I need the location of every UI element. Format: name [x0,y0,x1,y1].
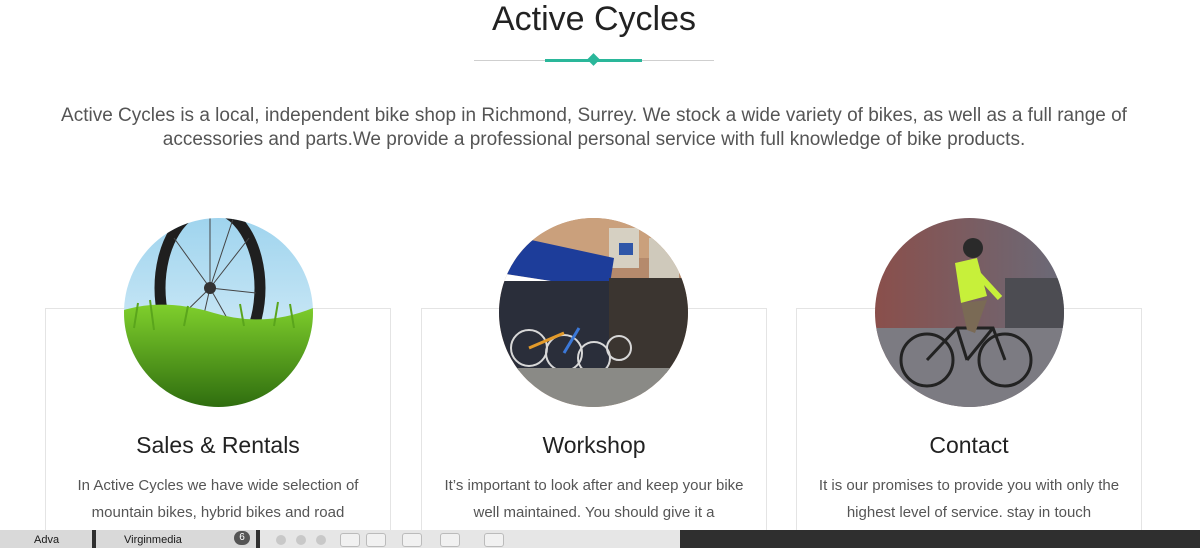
card-text: It is our promises to provide you with o… [818,477,1120,521]
page-title: Active Cycles [491,0,697,38]
bike-wheel-image [124,218,313,407]
card-title: Contact [929,432,1009,458]
taskbar-item[interactable]: Adva [34,532,59,548]
taskbar-item[interactable]: Virginmedia [124,532,182,548]
back-icon[interactable] [340,533,360,547]
os-taskbar: Adva Virginmedia 6 [0,530,1200,548]
share-icon[interactable] [440,533,460,547]
window-dot-icon[interactable] [276,535,286,545]
shop-front-image [499,218,688,407]
notification-badge: 6 [234,531,250,545]
intro-paragraph: Active Cycles is a local, independent bi… [61,105,1127,150]
forward-icon[interactable] [366,533,386,547]
sidebar-icon[interactable] [402,533,422,547]
card-text: It’s important to look after and keep yo… [444,477,744,521]
window-dot-icon[interactable] [316,535,326,545]
window-dot-icon[interactable] [296,535,306,545]
card-text: In Active Cycles we have wide selection … [77,477,359,521]
trash-icon[interactable] [484,533,504,547]
card-title: Sales & Rentals [136,432,300,458]
title-divider-diamond [587,53,600,66]
cyclist-image [875,218,1064,407]
card-title: Workshop [542,432,646,458]
